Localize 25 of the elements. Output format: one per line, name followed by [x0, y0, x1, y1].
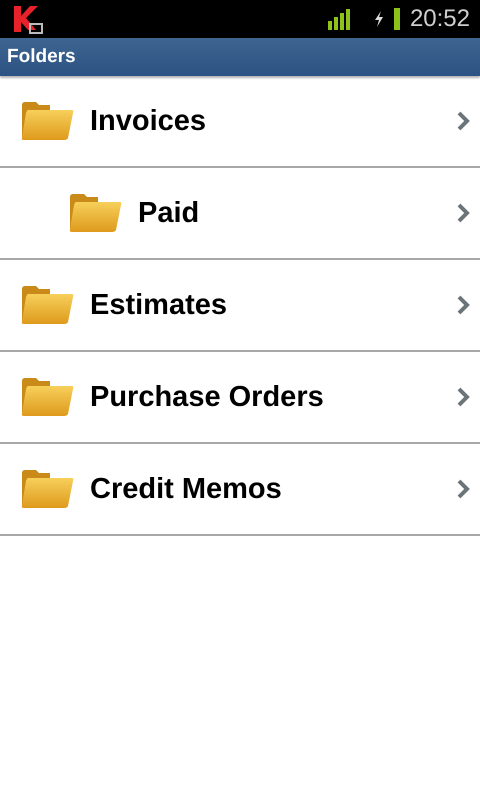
- screen-title: Folders: [7, 46, 76, 68]
- chevron-right-icon: [456, 479, 470, 499]
- folder-icon: [20, 101, 74, 141]
- clock-time: 20:52: [410, 5, 470, 33]
- chevron-right-icon: [456, 203, 470, 223]
- chevron-right-icon: [456, 111, 470, 131]
- folder-icon: [20, 469, 74, 509]
- chevron-right-icon: [456, 295, 470, 315]
- folder-name: Estimates: [90, 288, 228, 322]
- folder-row[interactable]: Estimates: [0, 260, 480, 352]
- folder-name: Invoices: [90, 104, 208, 138]
- charging-icon: [374, 11, 384, 27]
- folder-row[interactable]: Purchase Orders: [0, 352, 480, 444]
- battery-icon: [394, 8, 400, 30]
- folder-name: Credit Memos: [90, 472, 283, 506]
- folder-row[interactable]: Credit Memos: [0, 444, 480, 536]
- app-logo-icon: [12, 4, 44, 34]
- folder-icon: [20, 377, 74, 417]
- folder-name: Purchase Orders: [90, 380, 325, 414]
- folder-icon: [68, 193, 122, 233]
- folder-icon: [20, 285, 74, 325]
- folder-name: Paid: [138, 196, 200, 230]
- chevron-right-icon: [456, 387, 470, 407]
- folder-row[interactable]: Paid: [0, 168, 480, 260]
- folder-row[interactable]: Invoices: [0, 76, 480, 168]
